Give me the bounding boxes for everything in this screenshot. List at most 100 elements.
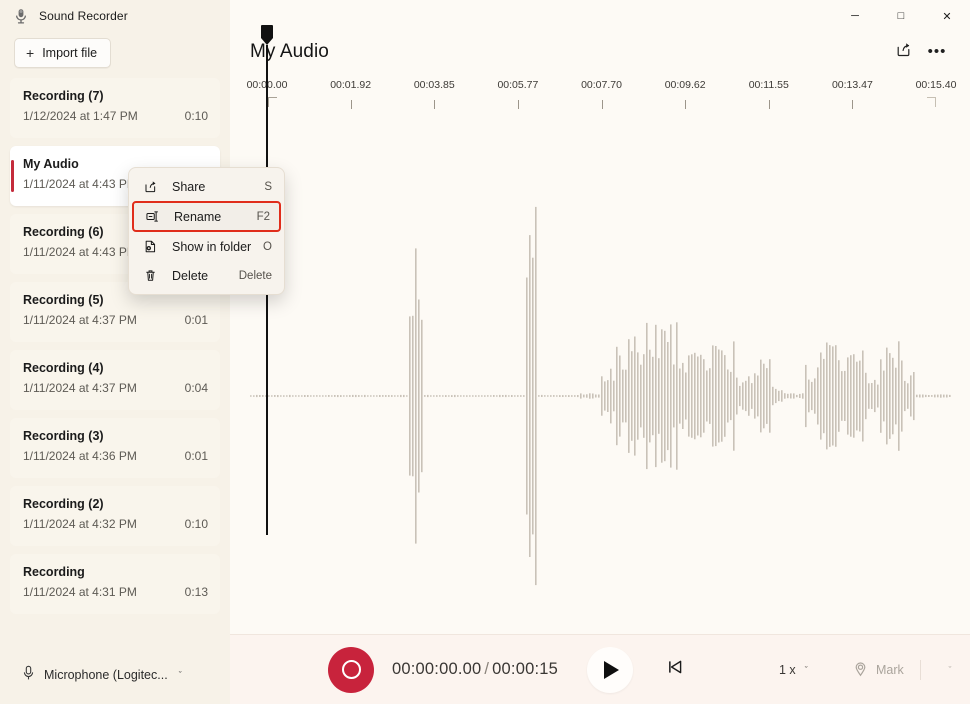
app-title: Sound Recorder [39, 9, 128, 23]
timeline-tick-mark [602, 100, 603, 109]
record-button[interactable] [328, 647, 374, 693]
ellipsis-icon: ••• [928, 48, 947, 56]
recording-name: Recording (3) [23, 429, 208, 444]
import-file-label: Import file [42, 46, 97, 60]
recording-meta: 1/11/2024 at 4:37 PM0:04 [23, 381, 208, 395]
recording-date: 1/11/2024 at 4:37 PM [23, 313, 137, 327]
recording-list-item[interactable]: Recording (3) 1/11/2024 at 4:36 PM 0:01 [10, 418, 220, 478]
timeline-tick-mark [769, 100, 770, 109]
sidebar: Sound Recorder + Import file Recording (… [0, 0, 230, 704]
play-button[interactable] [587, 647, 633, 693]
recording-name: Recording (7) [23, 89, 208, 104]
current-time: 00:00:00.00 [392, 660, 481, 678]
timeline-ruler[interactable]: 00:00.0000:01.9200:03.8500:05.7700:07.70… [230, 79, 970, 121]
record-icon [342, 660, 361, 679]
time-separator: / [484, 660, 489, 678]
recording-date: 1/11/2024 at 4:31 PM [23, 585, 137, 599]
import-row: + Import file [0, 32, 230, 78]
recording-meta: 1/11/2024 at 4:36 PM 0:01 [23, 449, 208, 463]
timeline-tick-label: 00:05.77 [497, 79, 538, 91]
sound-recorder-window: Sound Recorder + Import file Recording (… [0, 0, 970, 704]
context-menu-item-shortcut: Delete [239, 270, 272, 282]
recording-duration: 0:10 [185, 109, 208, 123]
minimize-button[interactable]: ─ [832, 0, 878, 32]
playback-speed-label: 1 x [779, 663, 796, 677]
context-menu-item-shortcut: O [263, 241, 272, 253]
context-menu-item-label: Share [172, 180, 264, 194]
total-time: 00:00:15 [492, 660, 558, 678]
microphone-icon [22, 665, 35, 684]
recording-meta: 1/11/2024 at 4:31 PM 0:13 [23, 585, 208, 599]
context-menu-item-label: Rename [174, 210, 257, 224]
recording-list-item[interactable]: Recording (2)1/11/2024 at 4:32 PM0:10 [10, 486, 220, 546]
add-mark-button[interactable]: Mark [852, 660, 904, 680]
audio-waveform [230, 121, 970, 634]
microphone-row: Microphone (Logitec... ˇ [0, 645, 230, 704]
location-pin-icon [852, 660, 869, 680]
app-titlebar: Sound Recorder [0, 0, 230, 32]
chevron-down-icon: ˇ [179, 670, 182, 680]
skip-to-start-button[interactable] [658, 653, 692, 687]
plus-icon: + [26, 46, 34, 60]
timeline-tick-mark [351, 100, 352, 109]
recording-list-item[interactable]: Recording (4) 1/11/2024 at 4:37 PM0:04 [10, 350, 220, 410]
chevron-down-icon: ˇ [805, 665, 808, 675]
context-menu-item-delete[interactable]: DeleteDelete [132, 261, 281, 290]
recording-date: 1/12/2024 at 1:47 PM [23, 109, 138, 123]
selection-start-bracket[interactable] [268, 97, 277, 107]
microphone-label: Microphone (Logitec... [44, 668, 168, 682]
window-controls: ─ □ ✕ [230, 0, 970, 32]
content-header: My Audio ••• [230, 32, 970, 72]
chevron-down-icon: ˇ [949, 665, 952, 675]
context-menu[interactable]: ShareSRenameF2Show in folderODeleteDelet… [128, 167, 285, 295]
timeline-tick-label: 00:15.40 [916, 79, 957, 91]
context-menu-item-label: Show in folder [172, 240, 263, 254]
recording-date: 1/11/2024 at 4:43 PM [23, 177, 137, 191]
timeline-tick-label: 00:01.92 [330, 79, 371, 91]
context-menu-item-share[interactable]: ShareS [132, 172, 281, 201]
playback-speed-selector[interactable]: 1 x ˇ [779, 663, 808, 677]
recordings-list[interactable]: Recording (7)1/12/2024 at 1:47 PM0:10My … [0, 78, 230, 645]
transport-bar: 00:00:00.00/00:00:15 1 x ˇ [230, 634, 970, 704]
context-menu-item-shortcut: S [264, 181, 272, 193]
share-icon [895, 41, 912, 63]
selection-accent [11, 160, 14, 192]
microphone-selector[interactable]: Microphone (Logitec... ˇ [22, 665, 182, 684]
folder-icon [143, 239, 160, 254]
microphone-icon [14, 8, 28, 24]
play-icon [604, 661, 619, 679]
selection-end-bracket[interactable] [927, 97, 936, 107]
context-menu-item-show-in-folder[interactable]: Show in folderO [132, 232, 281, 261]
share-icon [143, 179, 160, 194]
timeline-tick-mark [518, 100, 519, 109]
timeline-tick-label: 00:03.85 [414, 79, 455, 91]
recording-name: Recording (5) [23, 293, 208, 308]
recording-date: 1/11/2024 at 4:37 PM [23, 381, 137, 395]
recording-date: 1/11/2024 at 4:43 PM [23, 245, 137, 259]
add-mark-label: Mark [876, 663, 904, 677]
share-button[interactable] [886, 37, 920, 67]
recording-list-item[interactable]: Recording (7) 1/12/2024 at 1:47 PM 0:10 [10, 78, 220, 138]
page-title: My Audio [250, 41, 886, 63]
timeline-tick-label: 00:13.47 [832, 79, 873, 91]
context-menu-item-shortcut: F2 [257, 211, 270, 223]
maximize-button[interactable]: □ [878, 0, 924, 32]
recording-name: Recording [23, 565, 208, 580]
close-button[interactable]: ✕ [924, 0, 970, 32]
recording-duration: 0:01 [185, 449, 208, 463]
recording-duration: 0:13 [185, 585, 208, 599]
main-panel: ─ □ ✕ My Audio ••• 00:00.0000:01.9200:03… [230, 0, 970, 704]
divider [920, 660, 921, 680]
timeline-tick-label: 00:07.70 [581, 79, 622, 91]
mark-options-button[interactable]: ˇ [935, 655, 965, 685]
rename-icon [145, 209, 162, 224]
more-options-button[interactable]: ••• [920, 37, 954, 67]
recording-meta: 1/11/2024 at 4:37 PM0:01 [23, 313, 208, 327]
context-menu-item-rename[interactable]: RenameF2 [132, 201, 281, 232]
recording-list-item[interactable]: Recording 1/11/2024 at 4:31 PM 0:13 [10, 554, 220, 614]
timeline-tick-mark [685, 100, 686, 109]
import-file-button[interactable]: + Import file [14, 38, 111, 68]
waveform-area[interactable] [230, 121, 970, 634]
recording-date: 1/11/2024 at 4:36 PM [23, 449, 137, 463]
recording-name: Recording (4) [23, 361, 208, 376]
